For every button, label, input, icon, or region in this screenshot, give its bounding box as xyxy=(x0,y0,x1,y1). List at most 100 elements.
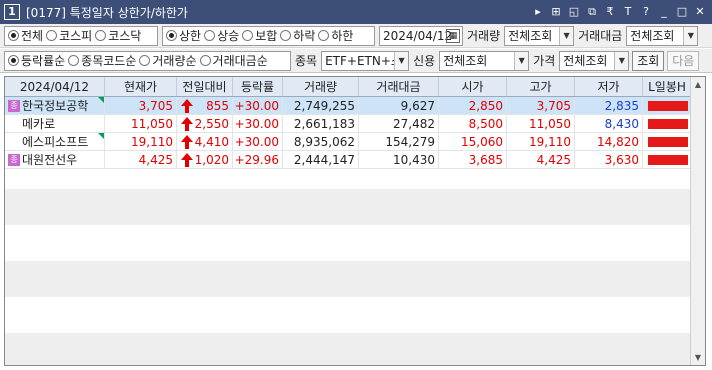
note-corner-icon xyxy=(98,133,104,139)
open-cell: 8,500 xyxy=(439,115,507,132)
link-icon[interactable]: ◱ xyxy=(566,3,582,20)
window-title: [0177] 특정일자 상한가/하한가 xyxy=(26,5,188,20)
market-radio-all[interactable]: 전체 xyxy=(8,27,43,44)
next-button[interactable]: 다음 xyxy=(667,50,700,71)
chevron-down-icon[interactable]: ▼ xyxy=(683,26,698,45)
volume-cell: 2,661,183 xyxy=(283,115,359,132)
sort-radio-volume[interactable]: 거래량순 xyxy=(139,52,197,69)
limit-radio-rise[interactable]: 상승 xyxy=(204,27,239,44)
price-cell: 11,050 xyxy=(105,115,177,132)
header-volume[interactable]: 거래량 xyxy=(283,77,359,96)
header-name[interactable]: 2024/04/12 xyxy=(5,77,105,96)
filter-row-2: 등락률순 종목코드순 거래량순 거래대금순 종목 ETF+ETN+스팩 ▼ 신용 … xyxy=(0,49,712,73)
scroll-down-icon[interactable]: ▼ xyxy=(691,350,705,365)
chevron-down-icon[interactable]: ▼ xyxy=(559,26,574,45)
current-price: 3,705 xyxy=(138,98,173,113)
limit-radio-lower[interactable]: 하한 xyxy=(318,27,353,44)
current-price: 11,050 xyxy=(131,116,173,131)
table-row[interactable]: 종 한국정보공학 3,705 855 +30.00 2,749,255 9,627 2,850… xyxy=(5,97,691,115)
window-number: 1 xyxy=(4,4,20,20)
stock-name: 대원전선우 xyxy=(22,153,78,167)
daily-bar-cell xyxy=(643,97,691,114)
volume-cell: 2,444,147 xyxy=(283,151,359,168)
amount-value: 27,482 xyxy=(393,116,435,131)
change-rate: +29.96 xyxy=(234,152,279,167)
maximize-icon[interactable]: □ xyxy=(674,3,690,20)
vertical-scrollbar[interactable]: ▲ ▼ xyxy=(690,77,705,365)
open-price: 15,060 xyxy=(461,134,503,149)
credit-select[interactable]: 전체조회 ▼ xyxy=(439,50,530,71)
volume-value: 8,935,062 xyxy=(293,134,355,149)
calendar-icon[interactable]: ▦ xyxy=(446,28,460,43)
change-value: 4,410 xyxy=(194,134,229,149)
chevron-down-icon[interactable]: ▼ xyxy=(614,51,629,70)
up-arrow-icon xyxy=(181,135,193,149)
empty-row-band xyxy=(5,261,691,297)
daily-candle-bar xyxy=(648,136,688,147)
volume-cell: 2,749,255 xyxy=(283,97,359,114)
table-row[interactable]: 메카로 11,050 2,550 +30.00 2,661,183 27,482 8,500… xyxy=(5,115,691,133)
low-cell: 3,630 xyxy=(575,151,643,168)
limit-radio-upper[interactable]: 상한 xyxy=(166,27,201,44)
amount-cell: 10,430 xyxy=(359,151,439,168)
limit-radio-flat[interactable]: 보합 xyxy=(242,27,277,44)
high-price: 3,705 xyxy=(536,98,571,113)
minimize-icon[interactable]: _ xyxy=(656,3,672,20)
sort-radio-group: 등락률순 종목코드순 거래량순 거래대금순 xyxy=(4,50,291,71)
amount-cell: 154,279 xyxy=(359,133,439,150)
chevron-down-icon[interactable]: ▼ xyxy=(514,51,529,70)
header-rate[interactable]: 등락률 xyxy=(233,77,283,96)
table-row[interactable]: 종 대원전선우 4,425 1,020 +29.96 2,444,147 10,430 3,6… xyxy=(5,151,691,169)
header-open[interactable]: 시가 xyxy=(439,77,507,96)
sort-radio-code[interactable]: 종목코드순 xyxy=(68,52,136,69)
volume-label: 거래량 xyxy=(467,29,501,43)
high-cell: 4,425 xyxy=(507,151,575,168)
query-button[interactable]: 조회 xyxy=(632,50,665,71)
header-change[interactable]: 전일대비 xyxy=(177,77,233,96)
table-header: 2024/04/12 현재가 전일대비 등락률 거래량 거래대금 시가 고가 저… xyxy=(5,77,691,97)
help-icon[interactable]: ? xyxy=(638,3,654,20)
stock-name-cell: 메카로 xyxy=(5,115,105,132)
low-cell: 8,430 xyxy=(575,115,643,132)
rate-cell: +30.00 xyxy=(233,115,283,132)
chevron-down-icon[interactable]: ▼ xyxy=(394,51,409,70)
text-icon[interactable]: T xyxy=(620,3,636,20)
sort-radio-rate[interactable]: 등락률순 xyxy=(8,52,65,69)
volume-select[interactable]: 전체조회 ▼ xyxy=(504,25,575,46)
low-price: 3,630 xyxy=(604,152,639,167)
low-cell: 14,820 xyxy=(575,133,643,150)
amount-select[interactable]: 전체조회 ▼ xyxy=(626,25,699,46)
scroll-up-icon[interactable]: ▲ xyxy=(691,77,705,92)
up-arrow-icon xyxy=(181,117,193,131)
copy-icon[interactable]: ⧉ xyxy=(584,3,600,20)
daily-bar-cell xyxy=(643,151,691,168)
header-low[interactable]: 저가 xyxy=(575,77,643,96)
open-cell: 2,850 xyxy=(439,97,507,114)
header-daily-bar[interactable]: L일봉H xyxy=(643,77,691,96)
pin-icon[interactable]: ₹ xyxy=(602,3,618,20)
limit-radio-fall[interactable]: 하락 xyxy=(280,27,315,44)
stock-name: 한국정보공학 xyxy=(22,99,89,113)
price-label: 가격 xyxy=(533,54,556,68)
amount-cell: 9,627 xyxy=(359,97,439,114)
market-radio-kospi[interactable]: 코스피 xyxy=(46,27,92,44)
close-icon[interactable]: ✕ xyxy=(692,3,708,20)
market-radio-kosdaq[interactable]: 코스닥 xyxy=(95,27,141,44)
header-price[interactable]: 현재가 xyxy=(105,77,177,96)
stock-name: 에스피소프트 xyxy=(22,135,89,149)
header-amount[interactable]: 거래대금 xyxy=(359,77,439,96)
market-radio-group: 전체 코스피 코스닥 xyxy=(4,25,158,46)
daily-candle-bar xyxy=(648,118,688,129)
date-input[interactable]: 2024/04/12 ▦ xyxy=(379,25,463,46)
arrow-right-icon[interactable]: ▸ xyxy=(530,3,546,20)
stock-name-cell: 종 한국정보공학 xyxy=(5,97,105,114)
sort-radio-amount[interactable]: 거래대금순 xyxy=(199,52,268,69)
screen-icon[interactable]: ⊞ xyxy=(548,3,564,20)
high-cell: 3,705 xyxy=(507,97,575,114)
header-high[interactable]: 고가 xyxy=(507,77,575,96)
price-select[interactable]: 전체조회 ▼ xyxy=(559,50,630,71)
item-select[interactable]: ETF+ETN+스팩 ▼ xyxy=(321,50,410,71)
table-row[interactable]: 에스피소프트 19,110 4,410 +30.00 8,935,062 154,279 1… xyxy=(5,133,691,151)
amount-value: 154,279 xyxy=(385,134,435,149)
open-price: 3,685 xyxy=(468,152,503,167)
